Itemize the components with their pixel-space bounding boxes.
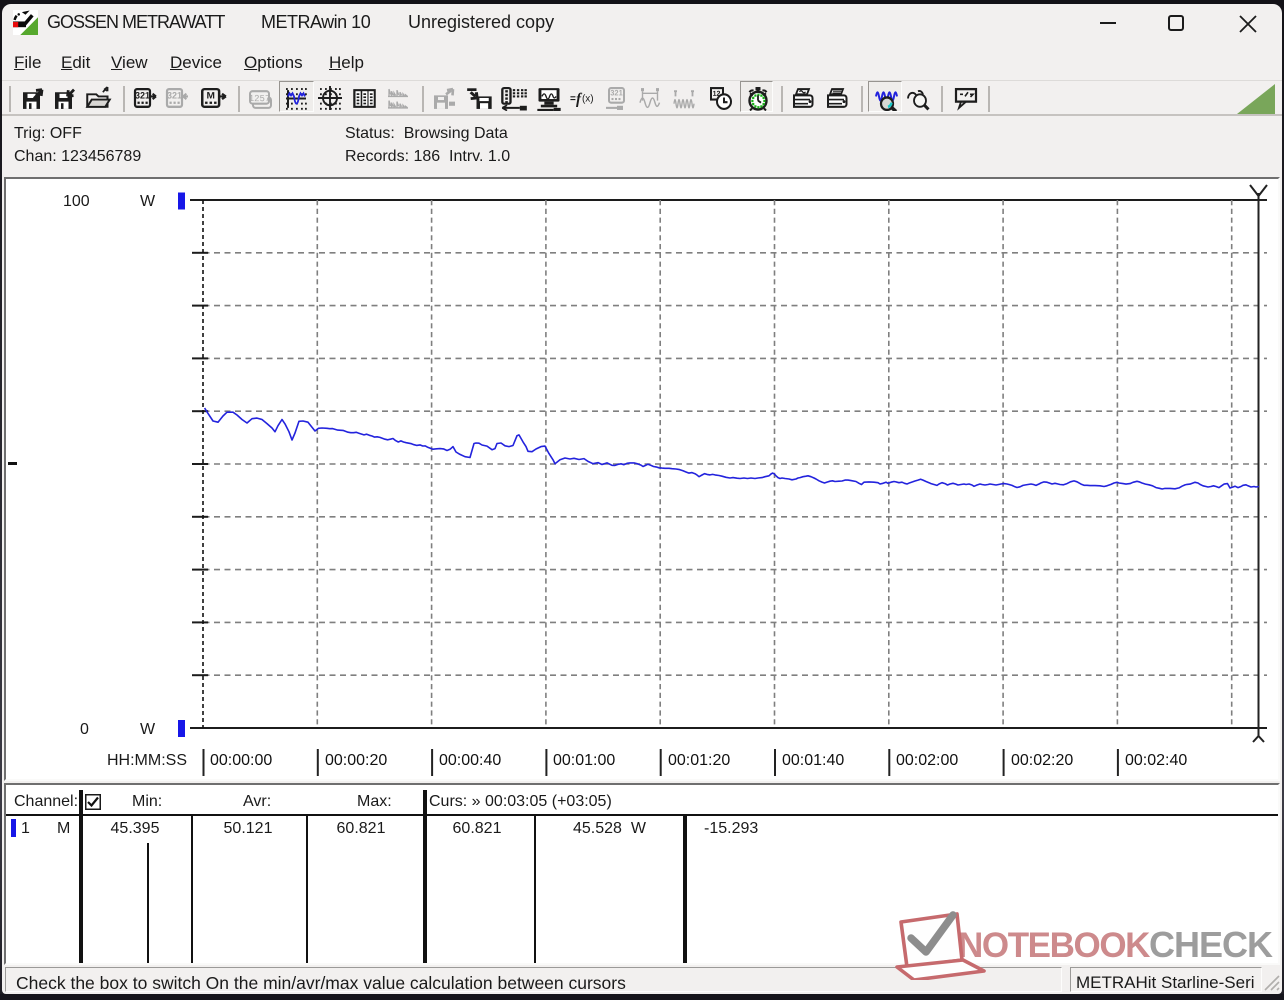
svg-text:M: M	[206, 91, 214, 102]
svg-text:321: 321	[167, 90, 182, 100]
svg-text:321: 321	[135, 90, 150, 100]
svg-text:(x): (x)	[582, 93, 593, 104]
svg-text:1257: 1257	[249, 93, 271, 104]
svg-text:CHECK: CHECK	[1149, 924, 1273, 965]
svg-text:NOTEBOOK: NOTEBOOK	[958, 926, 1150, 965]
svg-text:321: 321	[610, 88, 623, 97]
